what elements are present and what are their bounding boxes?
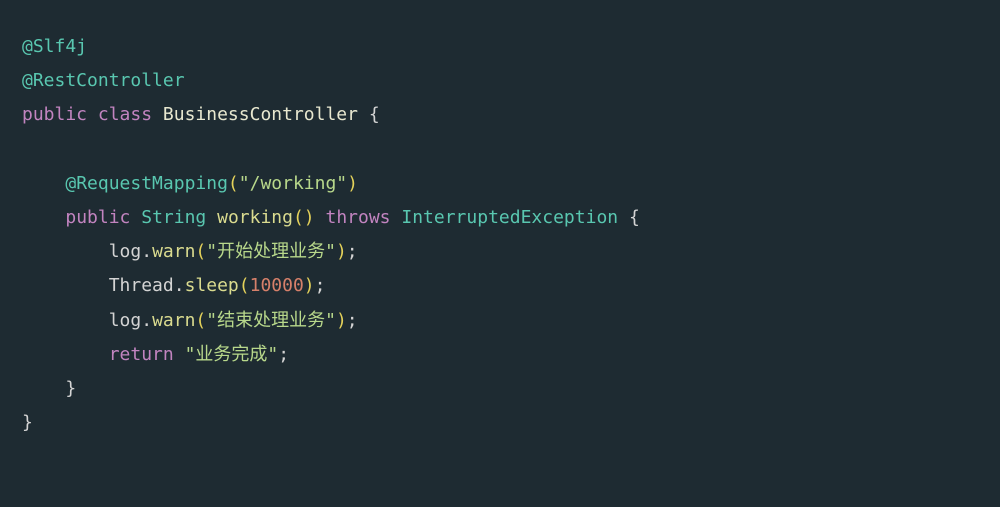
code-line: Thread.sleep(10000); [22, 275, 325, 296]
string-token: "/working" [239, 173, 347, 194]
indent [22, 344, 109, 365]
string-token: "业务完成" [185, 344, 279, 365]
keyword-token: public [65, 207, 130, 228]
type-token: InterruptedException [401, 207, 618, 228]
method-token: warn [152, 241, 195, 262]
string-token: "结束处理业务" [206, 310, 336, 331]
code-line: public String working() throws Interrupt… [22, 207, 640, 228]
paren-token: ) [304, 275, 315, 296]
brace-token: { [358, 104, 380, 125]
semicolon-token: ; [347, 310, 358, 331]
paren-token: ( [239, 275, 250, 296]
paren-token: () [293, 207, 315, 228]
code-line: @RequestMapping("/working") [22, 173, 358, 194]
string-token: "开始处理业务" [206, 241, 336, 262]
indent [22, 275, 109, 296]
annotation-token: @RestController [22, 70, 185, 91]
keyword-token: public [22, 104, 87, 125]
indent [22, 310, 109, 331]
paren-token: ( [228, 173, 239, 194]
brace-token: } [65, 378, 76, 399]
code-line: public class BusinessController { [22, 104, 380, 125]
code-line: @Slf4j [22, 36, 87, 57]
annotation-token: @Slf4j [22, 36, 87, 57]
code-line: log.warn("结束处理业务"); [22, 310, 358, 331]
identifier-token: log [109, 310, 142, 331]
keyword-token: throws [326, 207, 391, 228]
dot-token: . [141, 241, 152, 262]
dot-token: . [141, 310, 152, 331]
paren-token: ) [336, 310, 347, 331]
identifier-token: log [109, 241, 142, 262]
indent [22, 207, 65, 228]
keyword-token: return [109, 344, 174, 365]
semicolon-token: ; [278, 344, 289, 365]
semicolon-token: ; [315, 275, 326, 296]
indent [22, 173, 65, 194]
brace-token: } [22, 412, 33, 433]
method-token: working [217, 207, 293, 228]
code-line: return "业务完成"; [22, 344, 289, 365]
paren-token: ) [336, 241, 347, 262]
identifier-token: Thread [109, 275, 174, 296]
classname-token: BusinessController [163, 104, 358, 125]
indent [22, 378, 65, 399]
code-line: @RestController [22, 70, 185, 91]
code-line: } [22, 412, 33, 433]
brace-token: { [618, 207, 640, 228]
type-token: String [141, 207, 206, 228]
semicolon-token: ; [347, 241, 358, 262]
space [174, 344, 185, 365]
keyword-token: class [98, 104, 152, 125]
paren-token: ) [347, 173, 358, 194]
indent [22, 241, 109, 262]
code-line: } [22, 378, 76, 399]
paren-token: ( [195, 310, 206, 331]
dot-token: . [174, 275, 185, 296]
code-block: @Slf4j @RestController public class Busi… [22, 30, 978, 440]
method-token: sleep [185, 275, 239, 296]
code-line: log.warn("开始处理业务"); [22, 241, 358, 262]
number-token: 10000 [250, 275, 304, 296]
annotation-token: @RequestMapping [65, 173, 228, 194]
paren-token: ( [195, 241, 206, 262]
method-token: warn [152, 310, 195, 331]
